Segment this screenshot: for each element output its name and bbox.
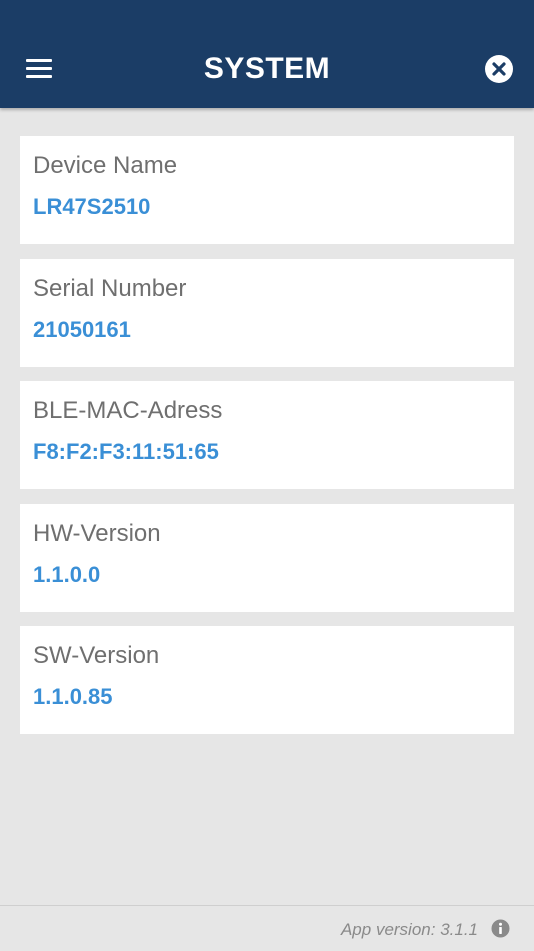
close-button[interactable] <box>484 54 514 84</box>
card-label: SW-Version <box>33 642 160 669</box>
device-name-card: Device Name LR47S2510 <box>20 136 514 244</box>
card-label: Serial Number <box>33 274 187 302</box>
sw-version-value: 1.1.0.85 <box>33 684 113 709</box>
app-header: SYSTEM <box>0 0 534 108</box>
card-label: BLE-MAC-Adress <box>33 397 223 424</box>
app-version-text: App version: 3.1.1 <box>340 920 478 939</box>
hw-version-value: 1.1.0.0 <box>33 561 101 587</box>
system-info-list: Device Name LR47S2510 Serial Number 2105… <box>20 136 514 749</box>
ble-mac-address-card: BLE-MAC-Adress F8:F2:F3:11:51:65 <box>20 381 514 489</box>
card-label: HW-Version <box>33 519 161 547</box>
info-icon[interactable] <box>491 919 510 938</box>
close-circle-icon <box>485 55 513 83</box>
hw-version-card: HW-Version 1.1.0.0 <box>20 503 514 612</box>
serial-number-value: 21050161 <box>33 316 131 342</box>
ble-mac-address-value: F8:F2:F3:11:51:65 <box>33 439 219 464</box>
card-label: Device Name <box>33 152 178 179</box>
device-name-value: LR47S2510 <box>33 194 151 219</box>
app-footer: App version: 3.1.1 <box>0 905 534 951</box>
page-title: SYSTEM <box>203 52 331 85</box>
sw-version-card: SW-Version 1.1.0.85 <box>20 626 514 734</box>
serial-number-card: Serial Number 21050161 <box>20 258 514 367</box>
